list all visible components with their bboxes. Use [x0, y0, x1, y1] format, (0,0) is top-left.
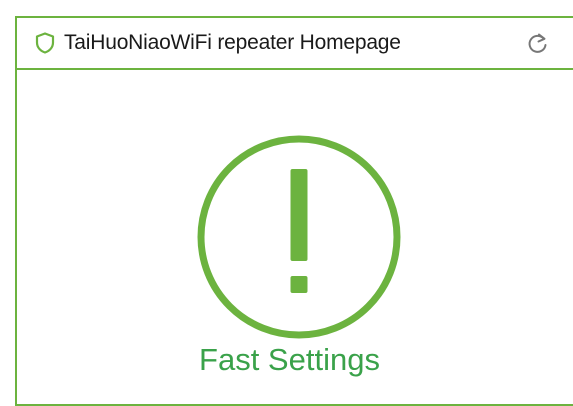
page-title: TaiHuoNiaoWiFi repeater Homepage [64, 31, 401, 54]
page-content: Fast Settings [17, 70, 573, 404]
browser-frame: TaiHuoNiaoWiFi repeater Homepage Fast Se… [15, 16, 573, 406]
alert-icon [197, 135, 401, 339]
shield-icon [35, 32, 55, 54]
fast-settings-link[interactable]: Fast Settings [17, 342, 562, 378]
address-bar: TaiHuoNiaoWiFi repeater Homepage [17, 18, 573, 70]
reload-icon[interactable] [527, 31, 549, 55]
